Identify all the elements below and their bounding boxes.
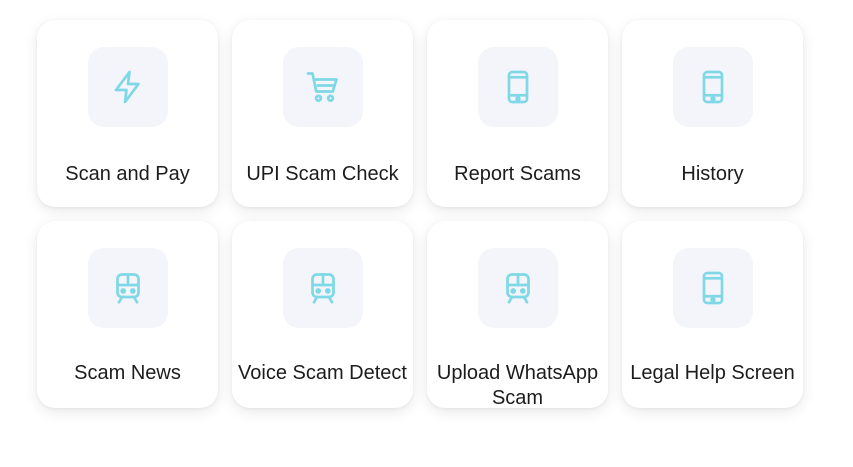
smartphone-icon xyxy=(702,70,724,104)
smartphone-icon xyxy=(507,70,529,104)
card-scan-and-pay[interactable]: Scan and Pay xyxy=(37,20,218,207)
card-label: Upload WhatsApp Scam xyxy=(436,362,599,409)
card-upload-whatsapp-scam[interactable]: Upload WhatsApp Scam xyxy=(427,221,608,409)
card-legal-help-screen[interactable]: Legal Help Screen xyxy=(622,221,803,408)
train-icon xyxy=(506,273,530,304)
card-label: Report Scams xyxy=(454,163,581,185)
icon-tile xyxy=(673,248,753,328)
card-label: Voice Scam Detect xyxy=(238,362,407,384)
icon-tile xyxy=(478,248,558,328)
icon-tile xyxy=(88,248,168,328)
icon-tile xyxy=(283,248,363,328)
feature-grid: Scan and Pay UPI Scam Check Report Scams xyxy=(37,20,803,409)
icon-tile xyxy=(673,47,753,127)
card-label: History xyxy=(681,163,744,185)
card-voice-scam-detect[interactable]: Voice Scam Detect xyxy=(232,221,413,408)
card-label: Scam News xyxy=(74,362,181,384)
train-icon xyxy=(116,273,140,304)
smartphone-icon xyxy=(702,271,724,305)
train-icon xyxy=(311,273,335,304)
icon-tile xyxy=(283,47,363,127)
icon-tile xyxy=(478,47,558,127)
card-history[interactable]: History xyxy=(622,20,803,207)
card-label: UPI Scam Check xyxy=(246,163,399,185)
card-scam-news[interactable]: Scam News xyxy=(37,221,218,408)
card-label: Legal Help Screen xyxy=(630,362,795,384)
shopping-cart-icon xyxy=(306,72,338,102)
card-upi-scam-check[interactable]: UPI Scam Check xyxy=(232,20,413,207)
card-report-scams[interactable]: Report Scams xyxy=(427,20,608,207)
lightning-icon xyxy=(114,70,140,104)
icon-tile xyxy=(88,47,168,127)
card-label: Scan and Pay xyxy=(65,163,190,185)
